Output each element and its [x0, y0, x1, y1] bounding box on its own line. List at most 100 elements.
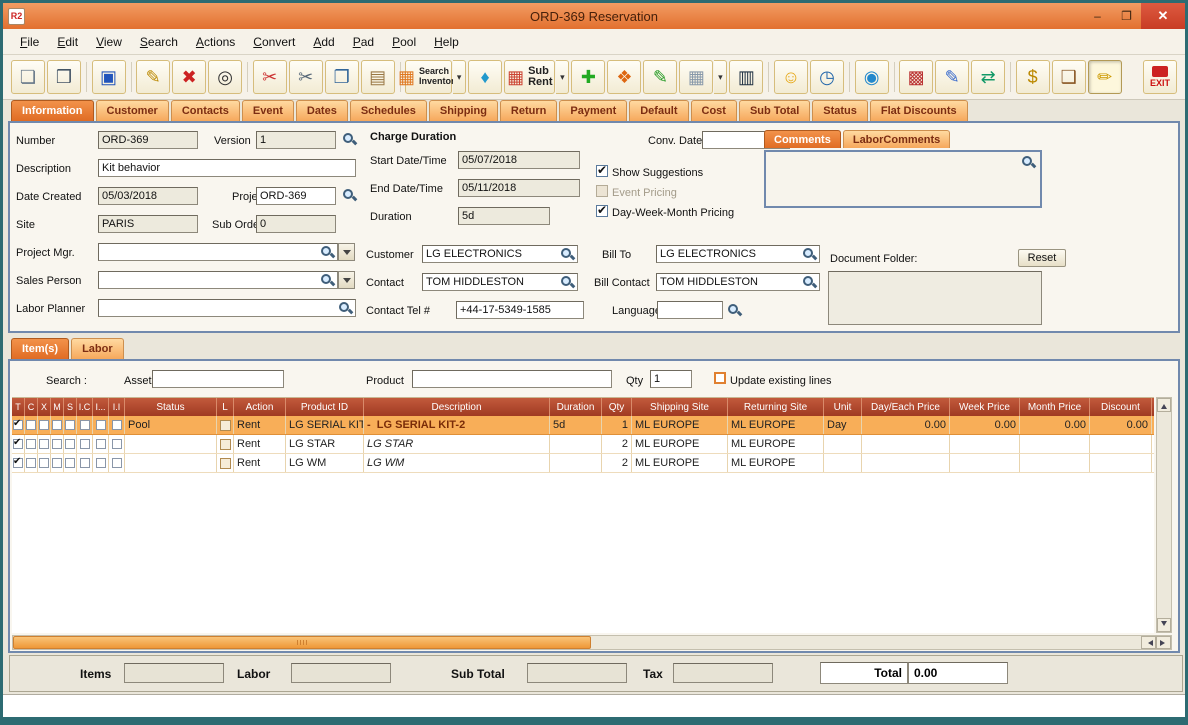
tab-cost[interactable]: Cost — [690, 100, 737, 121]
tab-schedules[interactable]: Schedules — [349, 100, 427, 121]
cell-day_each_price[interactable] — [862, 454, 950, 472]
column-header-status[interactable]: Status — [125, 398, 217, 416]
tab-comments[interactable]: Comments — [764, 130, 841, 148]
column-header-week_price[interactable]: Week Price — [950, 398, 1020, 416]
comments-search-icon[interactable] — [1021, 155, 1035, 169]
show-suggestions-checkbox[interactable] — [596, 163, 608, 177]
column-header-t[interactable]: T — [12, 398, 25, 416]
row-flag-m-checkbox[interactable] — [52, 420, 62, 430]
column-header-ii[interactable]: I.I — [109, 398, 125, 416]
notepad-button[interactable]: ✎ — [643, 60, 678, 94]
language-field[interactable] — [657, 301, 723, 319]
horizontal-scrollbar[interactable] — [12, 635, 1172, 650]
cell-week_price[interactable] — [950, 454, 1020, 472]
site-field[interactable]: PARIS — [98, 215, 198, 233]
day-week-month-pricing-checkbox[interactable] — [596, 203, 608, 217]
sales-person-field[interactable] — [98, 271, 338, 289]
customer-search-icon[interactable] — [560, 247, 574, 261]
package-button[interactable]: ❑ — [1051, 60, 1086, 94]
globe-button[interactable]: ◉ — [854, 60, 889, 94]
cell-qty[interactable]: 1 — [602, 416, 632, 434]
cell-description[interactable]: LG STAR — [364, 435, 550, 453]
tab-customer[interactable]: Customer — [95, 100, 169, 121]
row-flag-c-checkbox[interactable] — [26, 458, 36, 468]
cell-discount[interactable] — [1090, 435, 1152, 453]
cell-month_price[interactable]: 0.00 — [1020, 416, 1090, 434]
project-mgr-field[interactable] — [98, 243, 338, 261]
cell-action[interactable]: Rent — [234, 416, 286, 434]
save-button[interactable]: ▣ — [91, 60, 126, 94]
cell-description[interactable]: - LG SERIAL KIT-2 — [364, 416, 550, 434]
maximize-button[interactable]: ❐ — [1112, 3, 1141, 29]
tab-return[interactable]: Return — [499, 100, 558, 121]
cell-discount[interactable]: 0.00 — [1090, 416, 1152, 434]
document-folder-box[interactable] — [828, 271, 1042, 325]
cell-qty[interactable]: 2 — [602, 454, 632, 472]
row-flag-m-checkbox[interactable] — [52, 458, 62, 468]
tab-labor[interactable]: Labor — [71, 338, 124, 359]
cell-discount[interactable] — [1090, 454, 1152, 472]
scroll-down-button[interactable] — [1157, 618, 1171, 632]
line-level-box[interactable] — [219, 457, 231, 469]
sub-orders-field[interactable]: 0 — [256, 215, 336, 233]
column-header-unit[interactable]: Unit — [824, 398, 862, 416]
contact-field[interactable]: TOM HIDDLESTON — [422, 273, 578, 291]
tab-status[interactable]: Status — [812, 100, 868, 121]
search-inventory-dropdown[interactable]: ▾ — [453, 60, 467, 94]
labor-planner-field[interactable] — [98, 299, 356, 317]
print-button[interactable]: ❒ — [47, 60, 81, 94]
bill-to-search-icon[interactable] — [802, 247, 816, 261]
tab-default[interactable]: Default — [629, 100, 689, 121]
row-flag-ic-checkbox[interactable] — [79, 439, 90, 449]
tab-flat-discounts[interactable]: Flat Discounts — [869, 100, 968, 121]
cell-month_price[interactable] — [1020, 435, 1090, 453]
cell-product_id[interactable]: LG WM — [286, 454, 364, 472]
grid-view-button[interactable]: ▦ — [679, 60, 714, 94]
row-flag-m-checkbox[interactable] — [52, 439, 62, 449]
row-flag-ii-checkbox[interactable] — [111, 439, 122, 449]
table-row[interactable]: RentLG WMLG WM2ML EUROPEML EUROPE — [12, 454, 1154, 473]
cell-day_each_price[interactable]: 0.00 — [862, 416, 950, 434]
row-flag-x-checkbox[interactable] — [39, 458, 49, 468]
contact-tel-field[interactable]: +44-17-5349-1585 — [456, 301, 584, 319]
menu-help[interactable]: Help — [425, 31, 468, 53]
row-flag-x-checkbox[interactable] — [39, 439, 49, 449]
line-level-box[interactable] — [219, 438, 231, 450]
exit-button[interactable]: EXIT — [1142, 60, 1177, 94]
close-button[interactable]: ✕ — [1141, 3, 1185, 29]
language-search-icon[interactable] — [727, 303, 741, 317]
project-mgr-dropdown[interactable] — [338, 243, 355, 261]
comments-textarea[interactable] — [764, 150, 1042, 208]
menu-add[interactable]: Add — [304, 31, 343, 53]
clock-button[interactable]: ◷ — [810, 60, 844, 94]
cell-day_each_price[interactable] — [862, 435, 950, 453]
sales-person-search-icon[interactable] — [320, 273, 334, 287]
delete-button[interactable]: ✖ — [172, 60, 207, 94]
row-flag-s-checkbox[interactable] — [65, 458, 75, 468]
project-mgr-search-icon[interactable] — [320, 245, 334, 259]
description-field[interactable]: Kit behavior — [98, 159, 356, 177]
menu-pad[interactable]: Pad — [344, 31, 383, 53]
table-row[interactable]: RentLG STARLG STAR2ML EUROPEML EUROPE — [12, 435, 1154, 454]
cell-returning_site[interactable]: ML EUROPE — [728, 416, 824, 434]
cell-shipping_site[interactable]: ML EUROPE — [632, 416, 728, 434]
number-field[interactable]: ORD-369 — [98, 131, 198, 149]
tab-information[interactable]: Information — [11, 100, 94, 121]
cell-status[interactable] — [125, 454, 217, 472]
column-header-s[interactable]: S — [64, 398, 77, 416]
column-header-c[interactable]: C — [25, 398, 38, 416]
tab-dates[interactable]: Dates — [295, 100, 348, 121]
column-header-product_id[interactable]: Product ID — [286, 398, 364, 416]
menu-search[interactable]: Search — [131, 31, 187, 53]
row-flag-idot-checkbox[interactable] — [95, 420, 106, 430]
project-field[interactable]: ORD-369 — [256, 187, 336, 205]
funnel-button[interactable]: ♦ — [468, 60, 503, 94]
reset-button[interactable]: Reset — [1018, 249, 1066, 267]
cell-returning_site[interactable]: ML EUROPE — [728, 435, 824, 453]
option-group-button[interactable]: ❖ — [607, 60, 642, 94]
version-field[interactable]: 1 — [256, 131, 336, 149]
column-header-qty[interactable]: Qty — [602, 398, 632, 416]
cell-action[interactable]: Rent — [234, 435, 286, 453]
money-button[interactable]: $ — [1015, 60, 1050, 94]
rubik-cube-button[interactable]: ▩ — [899, 60, 934, 94]
